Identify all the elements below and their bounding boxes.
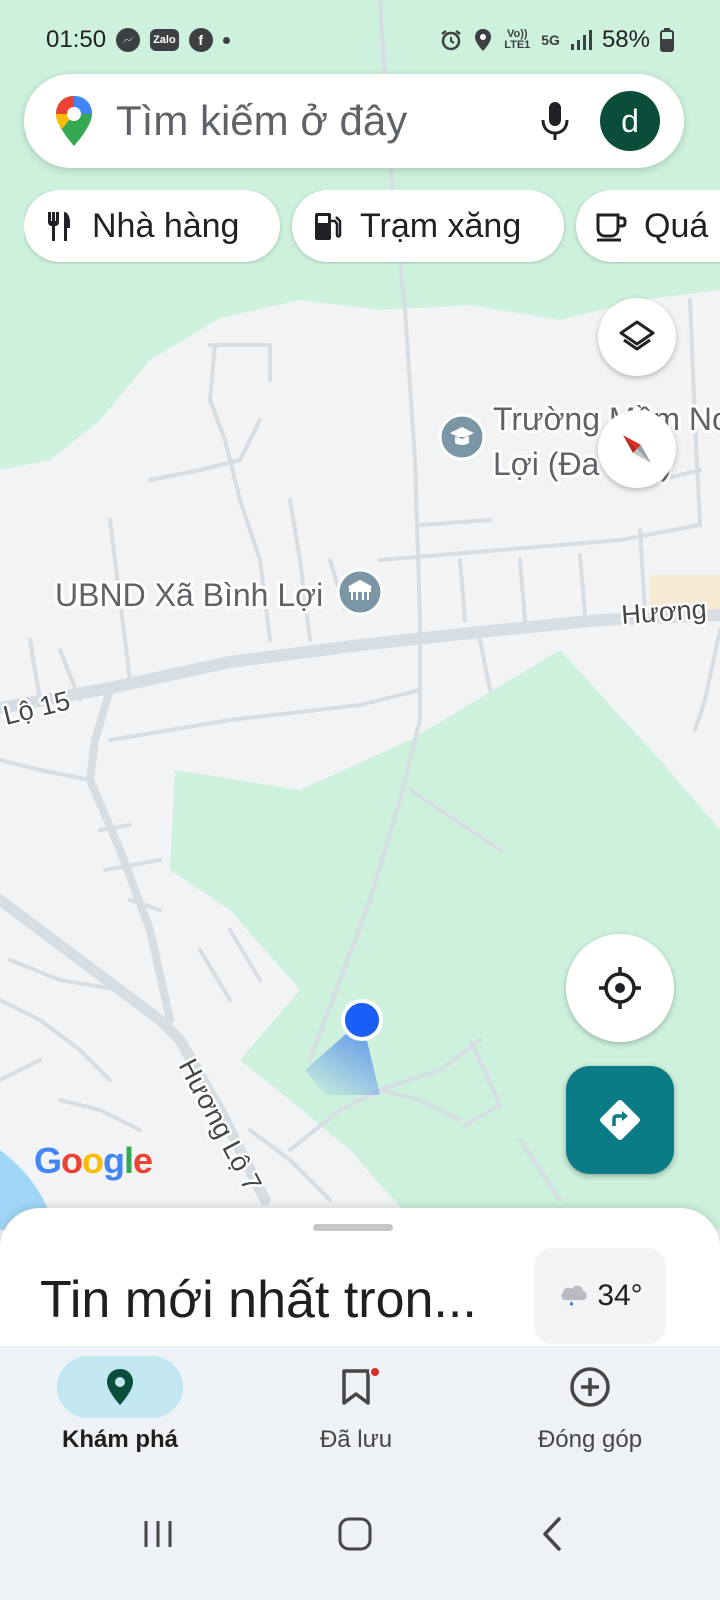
alarm-icon bbox=[439, 28, 463, 52]
facebook-icon: f bbox=[188, 28, 213, 52]
place-label-ubnd[interactable]: UBND Xã Bình Lợi bbox=[52, 574, 326, 616]
directions-icon bbox=[597, 1097, 643, 1143]
sheet-title: Tin mới nhất tron... bbox=[40, 1271, 477, 1329]
avatar[interactable]: d bbox=[600, 91, 660, 151]
chip-label: Nhà hàng bbox=[92, 206, 240, 245]
nav-contribute[interactable]: Đóng góp bbox=[470, 1346, 710, 1476]
search-bar[interactable]: Tìm kiếm ở đây d bbox=[24, 74, 684, 168]
school-icon[interactable] bbox=[438, 413, 486, 461]
nav-label: Đóng góp bbox=[537, 1426, 643, 1453]
location-icon bbox=[473, 28, 493, 52]
restaurant-icon bbox=[42, 209, 76, 243]
layers-button[interactable] bbox=[598, 298, 676, 376]
google-logo: Google bbox=[34, 1140, 153, 1182]
system-navigation-bar bbox=[0, 1476, 720, 1600]
google-wordmark: Google bbox=[34, 1140, 153, 1181]
search-input[interactable]: Tìm kiếm ở đây bbox=[116, 97, 540, 145]
google-letter: o bbox=[82, 1140, 104, 1181]
rain-cloud-icon bbox=[557, 1279, 591, 1313]
directions-button[interactable] bbox=[566, 1066, 674, 1174]
sheet-drag-handle[interactable] bbox=[313, 1224, 393, 1231]
nav-saved[interactable]: Đã lưu bbox=[236, 1346, 476, 1476]
nav-pill bbox=[293, 1356, 419, 1418]
google-letter: g bbox=[103, 1140, 125, 1181]
google-letter: l bbox=[124, 1140, 134, 1181]
explore-pin-icon bbox=[105, 1368, 135, 1406]
signal-icon bbox=[570, 30, 592, 50]
recents-button[interactable] bbox=[128, 1504, 188, 1564]
recents-icon bbox=[141, 1517, 175, 1551]
notification-dot bbox=[369, 1366, 381, 1378]
my-location-dot bbox=[341, 999, 383, 1041]
compass-button[interactable] bbox=[598, 410, 676, 488]
zalo-icon: Zalo bbox=[150, 29, 179, 51]
google-maps-logo-icon bbox=[54, 94, 94, 148]
status-bar: 01:50 Zalo f Vo)) LTE1 5G 58% bbox=[0, 0, 720, 80]
volte-icon: Vo)) LTE1 bbox=[504, 28, 531, 51]
cafe-icon bbox=[594, 209, 628, 243]
my-location-button[interactable] bbox=[566, 934, 674, 1042]
nav-label: Đã lưu bbox=[319, 1426, 393, 1453]
chip-label: Trạm xăng bbox=[360, 206, 522, 245]
bottom-sheet[interactable]: Tin mới nhất tron... 34° bbox=[0, 1208, 720, 1348]
microphone-icon[interactable] bbox=[540, 100, 570, 142]
dot-icon bbox=[222, 36, 230, 44]
status-time: 01:50 bbox=[46, 26, 107, 53]
back-button[interactable] bbox=[522, 1504, 582, 1564]
bookmark-icon bbox=[341, 1368, 371, 1406]
weather-temp: 34° bbox=[597, 1279, 643, 1312]
chip-cafe[interactable]: Quá bbox=[576, 190, 720, 262]
bottom-navigation: Khám phá Đã lưu Đóng góp bbox=[0, 1346, 720, 1476]
chip-gas-station[interactable]: Trạm xăng bbox=[292, 190, 564, 262]
google-letter: G bbox=[34, 1140, 62, 1181]
nav-pill bbox=[57, 1356, 183, 1418]
gas-station-icon bbox=[310, 209, 344, 243]
home-icon bbox=[337, 1516, 373, 1552]
chip-label: Quá bbox=[644, 206, 709, 245]
my-location-icon bbox=[597, 965, 643, 1011]
category-chips: Nhà hàng Trạm xăng Quá bbox=[24, 190, 720, 264]
weather-widget[interactable]: 34° bbox=[534, 1248, 666, 1344]
compass-icon bbox=[615, 427, 659, 471]
messenger-icon bbox=[116, 28, 141, 52]
nav-pill bbox=[527, 1356, 653, 1418]
chip-restaurant[interactable]: Nhà hàng bbox=[24, 190, 280, 262]
road-label-huong: Hương bbox=[620, 594, 707, 630]
battery-icon bbox=[660, 28, 674, 52]
home-button[interactable] bbox=[325, 1504, 385, 1564]
nav-label: Khám phá bbox=[61, 1426, 178, 1453]
google-letter: o bbox=[61, 1140, 83, 1181]
layers-icon bbox=[618, 318, 656, 356]
back-icon bbox=[537, 1516, 567, 1552]
google-letter: e bbox=[133, 1140, 153, 1181]
government-icon[interactable] bbox=[336, 568, 384, 616]
add-circle-icon bbox=[569, 1366, 611, 1408]
nav-explore[interactable]: Khám phá bbox=[0, 1346, 240, 1476]
battery-percent: 58% bbox=[601, 26, 650, 53]
5g-icon: 5G bbox=[541, 31, 560, 48]
